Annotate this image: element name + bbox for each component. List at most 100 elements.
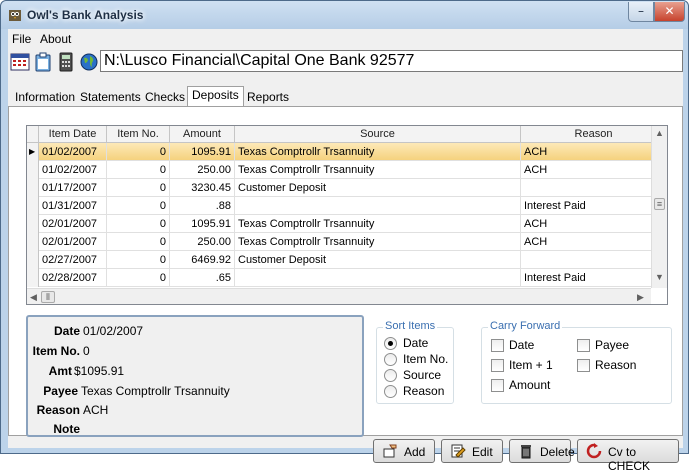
carry-itemplus-checkbox[interactable]: [491, 359, 504, 372]
col-source[interactable]: Source: [235, 126, 521, 143]
clipboard-icon[interactable]: [33, 52, 53, 72]
source-cell[interactable]: [235, 269, 521, 287]
add-button[interactable]: Add: [373, 439, 435, 463]
table-row[interactable]: 02/01/2007 0 1095.91 Texas Comptrollr Trsan…: [27, 215, 667, 233]
sort-reason-label[interactable]: Reason: [403, 384, 444, 398]
item-date-cell[interactable]: 01/02/2007: [39, 143, 107, 161]
tab-reports[interactable]: Reports: [243, 89, 293, 107]
col-reason[interactable]: Reason: [521, 126, 667, 143]
sort-reason-radio[interactable]: [384, 385, 397, 398]
table-row[interactable]: 02/01/2007 0 250.00 Texas Comptrollr Trsann…: [27, 233, 667, 251]
row-indicator[interactable]: [27, 269, 39, 287]
scroll-down-icon[interactable]: ▼: [655, 272, 664, 282]
row-indicator[interactable]: ▶: [27, 143, 39, 161]
title-bar[interactable]: Owl's Bank Analysis – ✕: [1, 1, 688, 29]
carry-amount-label[interactable]: Amount: [509, 378, 550, 392]
row-indicator[interactable]: [27, 161, 39, 179]
item-date-cell[interactable]: 02/28/2007: [39, 269, 107, 287]
source-cell[interactable]: Texas Comptrollr Trsannuity: [235, 161, 521, 179]
amount-cell[interactable]: 250.00: [170, 161, 235, 179]
carry-reason-label[interactable]: Reason: [595, 358, 636, 372]
amount-cell[interactable]: .65: [170, 269, 235, 287]
path-field[interactable]: N:\Lusco Financial\Capital One Bank 9257…: [100, 50, 683, 72]
reason-cell[interactable]: [521, 179, 667, 197]
deposits-grid[interactable]: Item Date Item No. Amount Source Reason …: [26, 125, 668, 305]
minimize-button[interactable]: –: [628, 2, 654, 22]
source-cell[interactable]: Texas Comptrollr Trsannuity: [235, 143, 521, 161]
sort-date-radio[interactable]: [384, 337, 397, 350]
reason-cell[interactable]: ACH: [521, 215, 667, 233]
convert-to-check-button[interactable]: Cv to CHECK: [577, 439, 679, 473]
amount-cell[interactable]: 1095.91: [170, 215, 235, 233]
carry-date-checkbox[interactable]: [491, 339, 504, 352]
item-no-cell[interactable]: 0: [107, 161, 170, 179]
scroll-thumb-horizontal[interactable]: ⦀: [41, 291, 55, 303]
scroll-thumb-vertical[interactable]: ≡: [654, 198, 665, 210]
row-indicator[interactable]: [27, 197, 39, 215]
carry-reason-checkbox[interactable]: [577, 359, 590, 372]
tab-information[interactable]: Information: [11, 89, 79, 107]
source-cell[interactable]: Customer Deposit: [235, 179, 521, 197]
vertical-scrollbar[interactable]: ▲ ≡ ▼: [651, 126, 667, 288]
carry-payee-label[interactable]: Payee: [595, 338, 629, 352]
horizontal-scrollbar[interactable]: ◀ ⦀ ▶: [27, 288, 651, 304]
table-row[interactable]: 01/17/2007 0 3230.45 Customer Deposit: [27, 179, 667, 197]
source-cell[interactable]: Texas Comptrollr Trsannuity: [235, 233, 521, 251]
table-row[interactable]: 02/28/2007 0.65 Interest Paid: [27, 269, 667, 287]
carry-itemplus-label[interactable]: Item + 1: [509, 358, 553, 372]
col-item-date[interactable]: Item Date: [39, 126, 107, 143]
col-item-no[interactable]: Item No.: [107, 126, 170, 143]
item-date-cell[interactable]: 01/31/2007: [39, 197, 107, 215]
scroll-up-icon[interactable]: ▲: [655, 128, 664, 138]
amount-cell[interactable]: 250.00: [170, 233, 235, 251]
menu-file[interactable]: File: [12, 32, 31, 46]
row-indicator[interactable]: [27, 251, 39, 269]
source-cell[interactable]: [235, 197, 521, 215]
source-cell[interactable]: Texas Comptrollr Trsannuity: [235, 215, 521, 233]
item-date-cell[interactable]: 01/17/2007: [39, 179, 107, 197]
item-no-cell[interactable]: 0: [107, 179, 170, 197]
tab-checks[interactable]: Checks: [141, 89, 189, 107]
item-no-cell[interactable]: 0: [107, 269, 170, 287]
amount-cell[interactable]: 3230.45: [170, 179, 235, 197]
calendar-icon[interactable]: [10, 52, 30, 72]
sort-source-radio[interactable]: [384, 369, 397, 382]
sort-itemno-radio[interactable]: [384, 353, 397, 366]
item-no-cell[interactable]: 0: [107, 143, 170, 161]
row-indicator[interactable]: [27, 179, 39, 197]
sort-itemno-label[interactable]: Item No.: [403, 352, 448, 366]
carry-payee-checkbox[interactable]: [577, 339, 590, 352]
carry-date-label[interactable]: Date: [509, 338, 534, 352]
col-amount[interactable]: Amount: [170, 126, 235, 143]
table-row[interactable]: 02/27/2007 0 6469.92 Customer Deposit: [27, 251, 667, 269]
item-no-cell[interactable]: 0: [107, 215, 170, 233]
item-date-cell[interactable]: 02/01/2007: [39, 215, 107, 233]
calculator-icon[interactable]: [56, 52, 76, 72]
item-no-cell[interactable]: 0: [107, 251, 170, 269]
reason-cell[interactable]: ACH: [521, 143, 667, 161]
delete-button[interactable]: Delete: [509, 439, 575, 463]
row-indicator[interactable]: [27, 233, 39, 251]
edit-button[interactable]: Edit: [441, 439, 503, 463]
item-date-cell[interactable]: 02/27/2007: [39, 251, 107, 269]
close-button[interactable]: ✕: [654, 2, 685, 22]
item-no-cell[interactable]: 0: [107, 197, 170, 215]
amount-cell[interactable]: 1095.91: [170, 143, 235, 161]
amount-cell[interactable]: .88: [170, 197, 235, 215]
menu-about[interactable]: About: [40, 32, 71, 46]
tab-deposits[interactable]: Deposits: [187, 86, 244, 108]
globe-icon[interactable]: [79, 52, 99, 72]
amount-cell[interactable]: 6469.92: [170, 251, 235, 269]
reason-cell[interactable]: Interest Paid: [521, 197, 667, 215]
carry-amount-checkbox[interactable]: [491, 379, 504, 392]
row-indicator[interactable]: [27, 215, 39, 233]
source-cell[interactable]: Customer Deposit: [235, 251, 521, 269]
sort-source-label[interactable]: Source: [403, 368, 441, 382]
item-date-cell[interactable]: 02/01/2007: [39, 233, 107, 251]
scroll-left-icon[interactable]: ◀: [30, 292, 37, 303]
table-row[interactable]: 01/02/2007 0 250.00 Texas Comptrollr Trsann…: [27, 161, 667, 179]
item-no-cell[interactable]: 0: [107, 233, 170, 251]
reason-cell[interactable]: ACH: [521, 233, 667, 251]
scroll-right-icon[interactable]: ▶: [637, 292, 644, 303]
reason-cell[interactable]: ACH: [521, 161, 667, 179]
